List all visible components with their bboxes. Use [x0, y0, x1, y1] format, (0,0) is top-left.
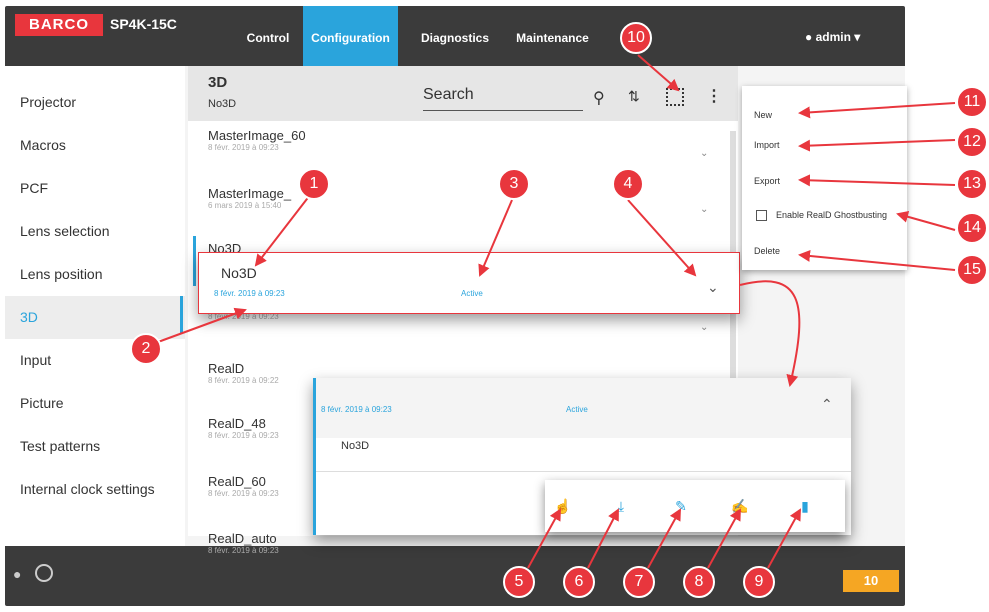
sidebar-item-test-patterns[interactable]: Test patterns [5, 425, 185, 468]
list-item[interactable]: RealD 8 févr. 2019 à 09:22 [208, 361, 279, 385]
rename-icon[interactable]: ✍ [728, 494, 752, 518]
action-bar: ☝ ⤓ ✎ ✍ ▮ [545, 480, 845, 532]
menu-item-ghostbusting[interactable]: Enable RealD Ghostbusting [776, 210, 887, 220]
activate-icon[interactable]: ☝ [551, 494, 575, 518]
barco-logo: BARCO [15, 14, 103, 36]
chevron-up-icon[interactable]: ⌃ [821, 396, 833, 413]
sidebar: Projector Macros PCF Lens selection Lens… [5, 66, 185, 546]
list-item[interactable]: MasterImage_60 8 févr. 2019 à 09:23 [208, 128, 306, 152]
list-item[interactable]: RealD_60 8 févr. 2019 à 09:23 [208, 474, 279, 498]
expanded-status: Active [566, 405, 588, 414]
nav-maintenance[interactable]: Maintenance [505, 6, 600, 66]
sidebar-item-lens-position[interactable]: Lens position [5, 253, 185, 296]
ghostbusting-checkbox[interactable] [756, 210, 767, 221]
more-options-menu: New Import Export Enable RealD Ghostbust… [742, 86, 907, 270]
sidebar-item-projector[interactable]: Projector [5, 81, 185, 124]
chevron-down-icon[interactable]: ⌄ [700, 204, 708, 215]
selected-indicator [193, 236, 196, 286]
search-icon[interactable]: ⚲ [593, 88, 605, 108]
callout-5: 5 [503, 566, 535, 598]
sidebar-item-picture[interactable]: Picture [5, 382, 185, 425]
caret-down-icon: ▾ [854, 30, 861, 44]
list-item[interactable]: RealD_48 8 févr. 2019 à 09:23 [208, 416, 279, 440]
menu-item-delete[interactable]: Delete [754, 246, 780, 256]
shutter-icon[interactable] [35, 564, 53, 582]
callout-8: 8 [683, 566, 715, 598]
menu-item-new[interactable]: New [754, 110, 772, 120]
menu-item-import[interactable]: Import [754, 140, 780, 150]
callout-10: 10 [620, 22, 652, 54]
sidebar-item-macros[interactable]: Macros [5, 124, 185, 167]
list-item[interactable]: MasterImage_ 6 mars 2019 à 15:40 [208, 186, 291, 210]
callout-2: 2 [130, 333, 162, 365]
callout-13: 13 [956, 168, 988, 200]
nav-configuration[interactable]: Configuration [303, 6, 398, 66]
expanded-date: 8 févr. 2019 à 09:23 [321, 405, 392, 414]
callout-11: 11 [956, 86, 988, 118]
top-bar: BARCO SP4K-15C Control Configuration Dia… [5, 6, 905, 66]
chevron-down-icon[interactable]: ⌄ [700, 148, 708, 159]
download-icon[interactable]: ⤓ [609, 494, 633, 518]
user-name: admin [815, 30, 851, 44]
chevron-down-icon[interactable]: ⌄ [707, 279, 719, 296]
nav-control[interactable]: Control [233, 6, 303, 66]
callout-4: 4 [612, 168, 644, 200]
notification-counter[interactable]: 10 [843, 570, 899, 592]
chevron-down-icon[interactable]: ⌄ [700, 322, 708, 333]
sidebar-item-internal-clock[interactable]: Internal clock settings [5, 468, 185, 511]
active-indicator [180, 296, 183, 334]
callout-14: 14 [956, 212, 988, 244]
sort-icon[interactable]: ⇅ [628, 88, 640, 105]
callout-12: 12 [956, 126, 988, 158]
panel-header: 3D No3D Search ⚲ ⇅ ⋮ [188, 66, 738, 121]
sidebar-item-pcf[interactable]: PCF [5, 167, 185, 210]
sidebar-item-3d[interactable]: 3D [5, 296, 185, 339]
panel-subtitle: No3D [208, 98, 237, 110]
list-item[interactable]: RealD_auto 8 févr. 2019 à 09:23 [208, 531, 279, 555]
sidebar-item-lens-selection[interactable]: Lens selection [5, 210, 185, 253]
callout-15: 15 [956, 254, 988, 286]
edit-icon[interactable]: ✎ [669, 494, 693, 518]
popup-status: Active [461, 289, 483, 298]
trash-icon[interactable]: ▮ [793, 494, 817, 518]
search-input[interactable]: Search [423, 86, 583, 111]
more-options-icon[interactable]: ⋮ [706, 86, 722, 106]
popup-name: No3D [221, 265, 257, 281]
model-name: SP4K-15C [110, 16, 177, 32]
callout-9: 9 [743, 566, 775, 598]
bulb-icon[interactable]: ● [13, 566, 21, 582]
expanded-name: No3D [341, 440, 370, 452]
panel-title: 3D [208, 74, 228, 91]
callout-6: 6 [563, 566, 595, 598]
selected-row-zoom[interactable]: No3D 8 févr. 2019 à 09:23 Active ⌄ [198, 252, 740, 314]
callout-7: 7 [623, 566, 655, 598]
select-all-icon[interactable] [666, 88, 684, 106]
user-menu[interactable]: ● admin ▾ [805, 6, 860, 66]
popup-date: 8 févr. 2019 à 09:23 [214, 289, 285, 298]
nav-diagnostics[interactable]: Diagnostics [410, 6, 500, 66]
callout-1: 1 [298, 168, 330, 200]
user-icon: ● [805, 30, 813, 44]
callout-3: 3 [498, 168, 530, 200]
menu-item-export[interactable]: Export [754, 176, 780, 186]
